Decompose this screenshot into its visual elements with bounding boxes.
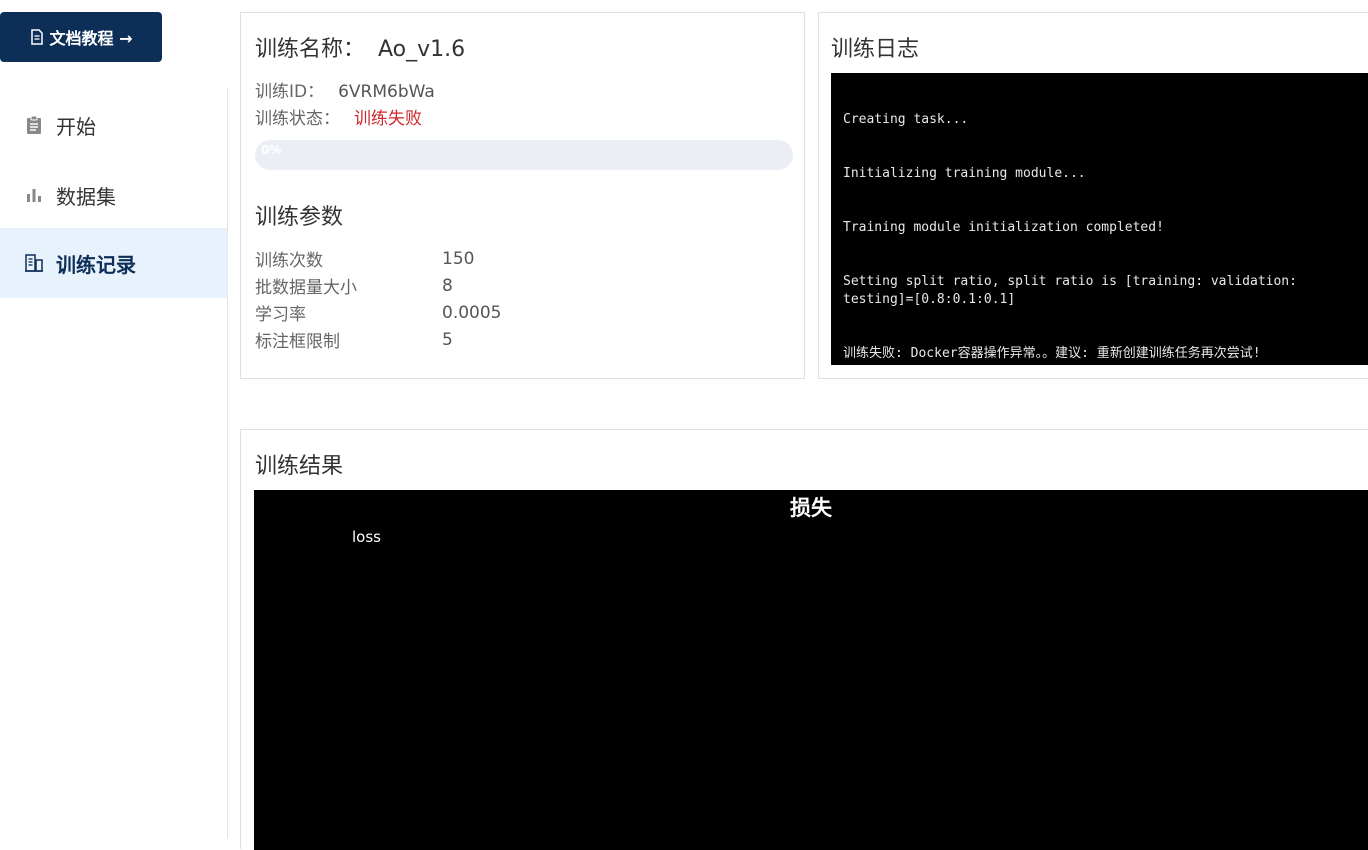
- log-terminal[interactable]: Creating task... Initializing training m…: [831, 73, 1368, 365]
- training-status-label: 训练状态：: [255, 109, 340, 129]
- log-line: Initializing training module...: [843, 166, 1086, 181]
- doc-tutorial-label: 文档教程 →: [49, 29, 133, 48]
- log-line: Training module initialization completed…: [843, 220, 1164, 235]
- training-id-label: 训练ID：: [255, 82, 325, 102]
- result-title: 训练结果: [255, 454, 344, 479]
- loss-chart[interactable]: 损失 loss: [254, 490, 1368, 850]
- param-row: 批数据量大小 8: [255, 272, 501, 299]
- record-list-icon: [24, 253, 44, 273]
- sidebar-item-training-records[interactable]: 训练记录: [0, 228, 227, 298]
- params-list: 训练次数 150 批数据量大小 8 学习率 0.0005 标注框限制 5: [255, 245, 501, 353]
- clipboard-icon: [24, 115, 44, 135]
- log-line: 训练失败: Docker容器操作异常。。建议: 重新创建训练任务再次尝试!: [843, 346, 1261, 361]
- sidebar-item-label: 训练记录: [56, 252, 136, 277]
- training-id: 训练ID： 6VRM6bWa: [255, 77, 435, 102]
- sidebar: 文档教程 → 开始 数据集 训练记录: [0, 0, 228, 838]
- param-row: 学习率 0.0005: [255, 299, 501, 326]
- doc-tutorial-button[interactable]: 文档教程 →: [0, 12, 162, 62]
- sidebar-item-dataset[interactable]: 数据集: [0, 160, 227, 230]
- training-result-card: 训练结果 损失 loss: [240, 429, 1368, 850]
- sidebar-item-label: 数据集: [56, 184, 116, 209]
- param-key: 标注框限制: [255, 332, 340, 352]
- param-value: 5: [442, 329, 453, 350]
- sidebar-item-label: 开始: [56, 114, 96, 139]
- chart-title: 损失: [790, 496, 832, 520]
- param-value: 0.0005: [442, 302, 502, 323]
- param-value: 150: [442, 248, 475, 269]
- progress-text: 0%: [261, 143, 282, 157]
- training-name-value: Ao_v1.6: [378, 37, 466, 62]
- training-info-card: 训练名称： Ao_v1.6 训练ID： 6VRM6bWa 训练状态： 训练失败 0%…: [240, 12, 805, 379]
- training-log-card: 训练日志 Creating task... Initializing train…: [818, 12, 1368, 379]
- param-key: 学习率: [255, 305, 306, 325]
- sidebar-item-start[interactable]: 开始: [0, 90, 227, 160]
- status-badge: 训练失败: [354, 109, 422, 129]
- bar-chart-icon: [24, 185, 44, 205]
- training-status: 训练状态： 训练失败: [255, 104, 422, 129]
- training-id-value: 6VRM6bWa: [338, 82, 435, 102]
- param-value: 8: [442, 275, 453, 296]
- training-name-label: 训练名称：: [255, 37, 366, 62]
- param-key: 训练次数: [255, 251, 323, 271]
- params-title: 训练参数: [255, 205, 344, 230]
- progress-bar: 0%: [255, 140, 793, 170]
- training-name: 训练名称： Ao_v1.6: [255, 31, 465, 63]
- param-row: 标注框限制 5: [255, 326, 501, 353]
- param-key: 批数据量大小: [255, 278, 357, 298]
- param-row: 训练次数 150: [255, 245, 501, 272]
- log-line: Setting split ratio, split ratio is [tra…: [843, 274, 1305, 307]
- log-title: 训练日志: [831, 37, 920, 62]
- log-line: Creating task...: [843, 112, 969, 127]
- chart-legend-loss: loss: [352, 528, 381, 546]
- document-icon: [30, 29, 43, 45]
- sidebar-divider: [227, 88, 228, 838]
